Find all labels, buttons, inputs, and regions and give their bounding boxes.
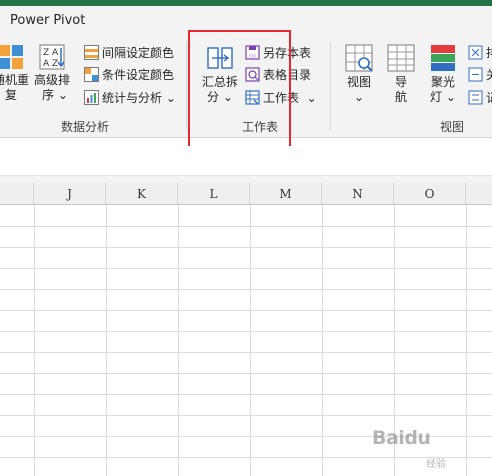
view-option-1-label: 排 bbox=[486, 44, 492, 61]
grid-row-line bbox=[0, 415, 492, 416]
statistics-icon bbox=[84, 89, 99, 105]
view-option-2-button[interactable]: 关 bbox=[468, 63, 492, 85]
statistics-label: 统计与分析 ⌄ bbox=[102, 90, 176, 105]
view-option-3-icon bbox=[468, 90, 483, 105]
formula-bar[interactable] bbox=[0, 146, 492, 176]
grid-row-line bbox=[0, 310, 492, 311]
view-option-1-button[interactable]: 排 bbox=[468, 41, 492, 63]
spotlight-icon bbox=[430, 44, 456, 72]
spotlight-label-line1: 聚光 bbox=[430, 75, 455, 89]
grid-row-line bbox=[0, 331, 492, 332]
interval-color-button[interactable]: 间隔设定颜色 bbox=[84, 41, 174, 63]
column-header-l[interactable]: L bbox=[178, 183, 250, 205]
grid-row-line bbox=[0, 289, 492, 290]
view-option-3-label: 记 bbox=[486, 89, 492, 106]
group-separator bbox=[330, 42, 331, 130]
interval-color-label: 间隔设定颜色 bbox=[102, 45, 175, 60]
navigation-button[interactable]: 导 航 bbox=[384, 44, 418, 105]
spotlight-button[interactable]: 聚光 灯 ⌄ bbox=[424, 44, 462, 105]
view-button[interactable]: 视图 ⌄ bbox=[340, 44, 378, 105]
grid-row-line bbox=[0, 373, 492, 374]
view-option-2-icon bbox=[468, 67, 483, 82]
svg-text:A: A bbox=[52, 48, 59, 58]
conditional-color-button[interactable]: 条件设定颜色 bbox=[84, 63, 174, 85]
highlight-box bbox=[188, 30, 291, 150]
sort-label-line2: 序 ⌄ bbox=[42, 88, 68, 102]
statistics-analysis-button[interactable]: 统计与分析 ⌄ bbox=[84, 86, 176, 108]
random-label-line2: 复 bbox=[4, 88, 17, 102]
conditional-table-icon bbox=[84, 66, 99, 82]
nav-label-line1: 导 bbox=[394, 75, 407, 89]
sort-label-line1: 高级排 bbox=[33, 73, 70, 87]
svg-text:Z: Z bbox=[52, 59, 58, 69]
baidu-watermark: Baidu 经验 bbox=[372, 425, 490, 473]
column-header-partial[interactable] bbox=[0, 183, 34, 205]
group-separator bbox=[186, 42, 187, 130]
group-label-view: 视图 bbox=[440, 120, 465, 134]
grid-row-line bbox=[0, 268, 492, 269]
view-option-1-icon bbox=[468, 45, 483, 60]
group-label-data-analysis: 数据分析 bbox=[61, 120, 110, 134]
view-grid-icon bbox=[345, 44, 373, 72]
watermark-logo: Baidu bbox=[372, 427, 431, 449]
conditional-color-label: 条件设定颜色 bbox=[102, 67, 175, 82]
column-header-j[interactable]: J bbox=[34, 183, 106, 205]
navigation-grid-icon bbox=[387, 44, 415, 72]
random-grid-icon bbox=[0, 44, 24, 70]
column-header-o[interactable]: O bbox=[394, 183, 466, 205]
sheet-gap bbox=[0, 176, 492, 183]
nav-label-line2: 航 bbox=[394, 90, 407, 104]
column-header-m[interactable]: M bbox=[250, 183, 322, 205]
spotlight-label-line2: 灯 ⌄ bbox=[430, 90, 456, 104]
grid-row-line bbox=[0, 226, 492, 227]
sort-az-icon: Z A A Z bbox=[39, 44, 65, 70]
column-header-n[interactable]: N bbox=[322, 183, 394, 205]
view-option-3-button[interactable]: 记 bbox=[468, 86, 492, 108]
grid-row-line bbox=[0, 247, 492, 248]
view-label-line1: 视图 bbox=[346, 75, 371, 89]
column-header-k[interactable]: K bbox=[106, 183, 178, 205]
view-option-2-label: 关 bbox=[486, 66, 492, 83]
svg-text:Z: Z bbox=[43, 48, 49, 58]
advanced-sort-button[interactable]: Z A A Z 高级排 序 ⌄ bbox=[32, 44, 72, 103]
watermark-subtitle: 经验 bbox=[426, 459, 446, 470]
random-repeat-button[interactable]: 随机重 复 bbox=[0, 44, 30, 103]
tab-power-pivot[interactable]: Power Pivot bbox=[10, 13, 85, 28]
random-label-line1: 随机重 bbox=[0, 73, 29, 87]
grid-row-line bbox=[0, 394, 492, 395]
column-header-partial[interactable] bbox=[466, 183, 492, 205]
grid-row-line bbox=[0, 352, 492, 353]
view-label-line2: ⌄ bbox=[353, 90, 365, 104]
striped-table-icon bbox=[84, 44, 99, 60]
svg-text:A: A bbox=[43, 59, 50, 69]
